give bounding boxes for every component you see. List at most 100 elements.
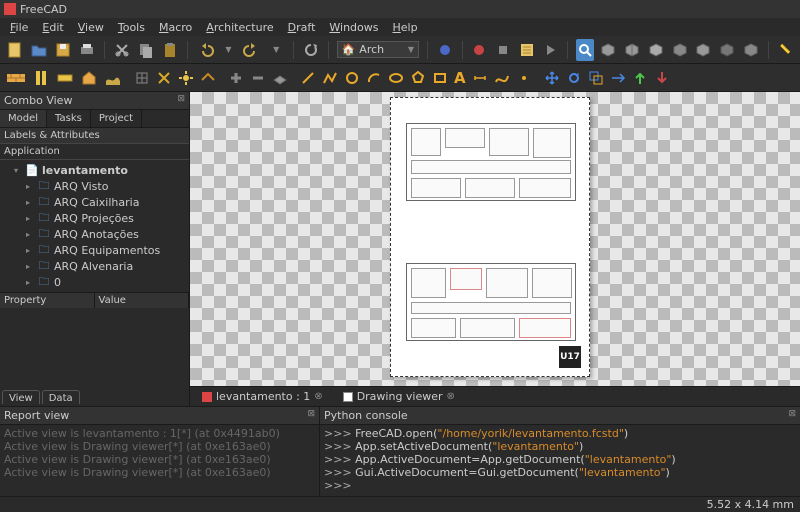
arch-roof-icon[interactable]	[200, 70, 216, 86]
tree-item[interactable]: ▸🗀ARQ Equipamentos	[0, 242, 189, 258]
menu-macro[interactable]: Macro	[153, 19, 198, 36]
folder-icon: 🗀	[37, 275, 51, 289]
arch-site-icon[interactable]	[104, 69, 122, 87]
menu-windows[interactable]: Windows	[323, 19, 384, 36]
checkbox-icon	[343, 392, 353, 402]
open-icon[interactable]	[30, 39, 48, 61]
draft-rotate-icon[interactable]	[566, 70, 582, 86]
undo-icon[interactable]	[196, 39, 214, 61]
draft-polygon-icon[interactable]	[410, 70, 426, 86]
arch-floor-icon[interactable]	[56, 69, 74, 87]
report-log[interactable]: Active view is levantamento : 1[*] (at 0…	[0, 425, 319, 496]
redo-icon[interactable]	[243, 39, 261, 61]
tree-item[interactable]: ▸🗀0	[0, 274, 189, 290]
doc-tab-drawing[interactable]: Drawing viewer ⊗	[337, 388, 461, 405]
draft-move-icon[interactable]	[544, 70, 560, 86]
play-icon[interactable]	[541, 39, 559, 61]
macro-list-icon[interactable]	[518, 39, 536, 61]
arch-add-icon[interactable]	[228, 70, 244, 86]
refresh-icon[interactable]	[302, 39, 320, 61]
arch-window-icon[interactable]	[134, 70, 150, 86]
menu-view[interactable]: View	[72, 19, 110, 36]
arch-wall-icon[interactable]	[6, 70, 26, 86]
tree-item[interactable]: ▸🗀ARQ Alvenaria	[0, 258, 189, 274]
arch-axis-icon[interactable]	[178, 70, 194, 86]
python-console[interactable]: >>> FreeCAD.open("/home/yorik/levantamen…	[320, 425, 800, 496]
draft-line-icon[interactable]	[300, 70, 316, 86]
view-bottom-icon[interactable]	[718, 39, 736, 61]
arch-building-icon[interactable]	[80, 69, 98, 87]
save-icon[interactable]	[54, 39, 72, 61]
arch-mesh-icon[interactable]	[272, 70, 288, 86]
tab-view[interactable]: View	[2, 390, 40, 404]
menu-draft[interactable]: Draft	[282, 19, 322, 36]
zoom-fit-icon[interactable]	[576, 39, 594, 61]
redo-dropdown-icon[interactable]: ▼	[267, 39, 285, 61]
folder-icon: 🗀	[37, 211, 51, 225]
draft-rectangle-icon[interactable]	[432, 70, 448, 86]
draft-text-icon[interactable]: A	[454, 69, 466, 87]
draft-wire-icon[interactable]	[322, 70, 338, 86]
draft-arc-icon[interactable]	[366, 70, 382, 86]
view-left-icon[interactable]	[742, 39, 760, 61]
macro-record-icon[interactable]	[436, 39, 454, 61]
paste-icon[interactable]	[161, 39, 179, 61]
cut-icon[interactable]	[113, 39, 131, 61]
prop-col-value: Value	[95, 293, 190, 308]
draft-downgrade-icon[interactable]	[654, 70, 670, 86]
arch-structure-icon[interactable]	[32, 69, 50, 87]
copy-icon[interactable]	[137, 39, 155, 61]
draft-bspline-icon[interactable]	[494, 70, 510, 86]
view-front-icon[interactable]	[623, 39, 641, 61]
workbench-selector[interactable]: 🏠 Arch ▼	[337, 41, 419, 58]
document-tabs: levantamento : 1 ⊗ Drawing viewer ⊗	[190, 386, 800, 406]
report-title: Report view	[4, 409, 69, 422]
combo-close-icon[interactable]: ⊠	[177, 94, 185, 107]
view-rear-icon[interactable]	[694, 39, 712, 61]
menu-architecture[interactable]: Architecture	[200, 19, 279, 36]
draft-ellipse-icon[interactable]	[388, 70, 404, 86]
tab-tasks[interactable]: Tasks	[47, 110, 91, 127]
tree-item[interactable]: ▸🗀ARQ Caixilharia	[0, 194, 189, 210]
drawing-canvas[interactable]: U17	[190, 92, 800, 386]
floor-plan-2	[406, 263, 576, 341]
print-icon[interactable]	[78, 39, 96, 61]
draft-upgrade-icon[interactable]	[632, 70, 648, 86]
new-icon[interactable]	[6, 39, 24, 61]
tree-root[interactable]: ▾📄levantamento	[0, 162, 189, 178]
draft-circle-icon[interactable]	[344, 70, 360, 86]
doc-tab-levantamento[interactable]: levantamento : 1 ⊗	[196, 388, 329, 405]
measure-icon[interactable]: 📏	[776, 39, 794, 61]
record-icon[interactable]	[470, 39, 488, 61]
close-tab-icon[interactable]: ⊗	[314, 391, 322, 402]
draft-dimension-icon[interactable]	[472, 70, 488, 86]
view-right-icon[interactable]	[671, 39, 689, 61]
draft-offset-icon[interactable]	[588, 70, 604, 86]
python-close-icon[interactable]: ⊠	[788, 409, 796, 422]
tree-item[interactable]: ▸🗀ARQ Anotações	[0, 226, 189, 242]
arch-remove-icon[interactable]	[250, 70, 266, 86]
floor-plan-1	[406, 123, 576, 201]
draft-point-icon[interactable]	[516, 70, 532, 86]
close-tab-icon[interactable]: ⊗	[447, 391, 455, 402]
tab-data[interactable]: Data	[42, 390, 80, 404]
tab-project[interactable]: Project	[91, 110, 142, 127]
menu-file[interactable]: File	[4, 19, 34, 36]
menu-tools[interactable]: Tools	[112, 19, 151, 36]
tree-item[interactable]: ▸🗀ARQ Visto	[0, 178, 189, 194]
application-header: Application	[0, 144, 189, 160]
report-close-icon[interactable]: ⊠	[307, 409, 315, 422]
tab-model[interactable]: Model	[0, 110, 47, 127]
report-view-panel: Report view ⊠ Active view is levantamento…	[0, 407, 320, 496]
stop-icon[interactable]	[494, 39, 512, 61]
view-iso-icon[interactable]	[600, 39, 618, 61]
tree-item[interactable]: ▸🗀ARQ Projeções	[0, 210, 189, 226]
combo-view-panel: Combo View⊠ Model Tasks Project Labels &…	[0, 92, 190, 406]
view-top-icon[interactable]	[647, 39, 665, 61]
menu-help[interactable]: Help	[387, 19, 424, 36]
menu-edit[interactable]: Edit	[36, 19, 69, 36]
undo-dropdown-icon[interactable]: ▼	[220, 39, 238, 61]
draft-trimex-icon[interactable]	[610, 70, 626, 86]
arch-section-icon[interactable]	[156, 70, 172, 86]
property-header: Property Value	[0, 292, 189, 308]
